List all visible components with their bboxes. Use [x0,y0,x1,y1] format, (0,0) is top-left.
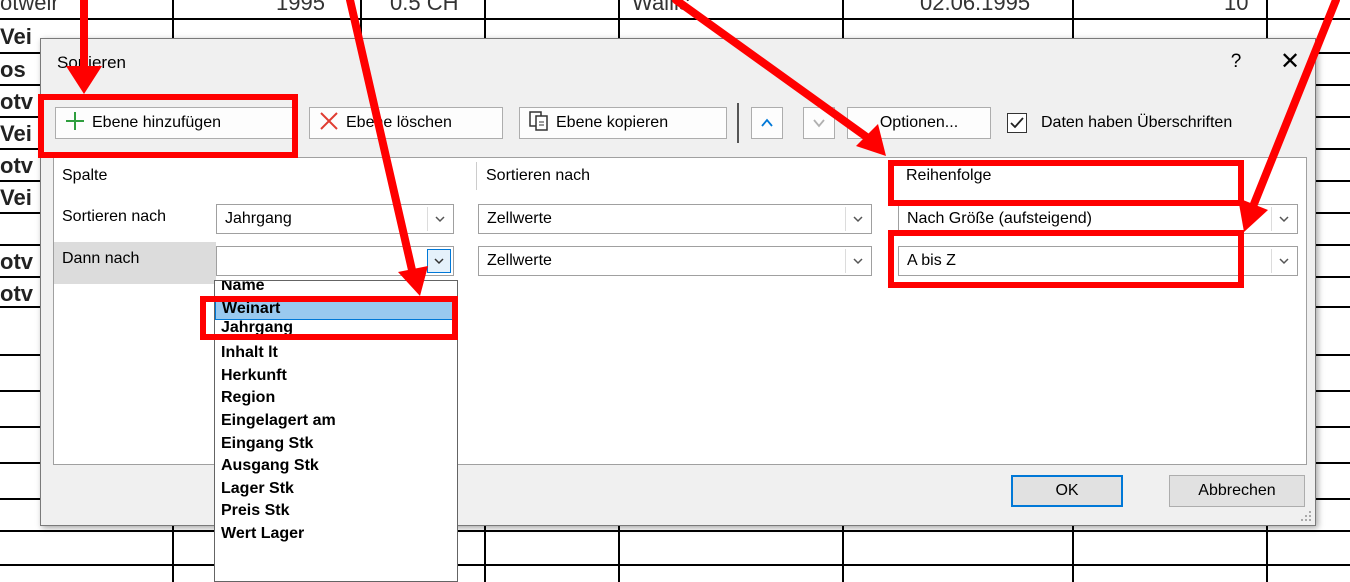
cell-text: 10 [1224,0,1249,15]
dropdown-option[interactable]: Ausgang Stk [215,455,457,478]
delete-x-icon [318,110,340,136]
chevron-down-icon[interactable] [845,249,869,273]
cell-text: Wallis [632,0,690,15]
cell-text: otv [0,89,33,114]
cell-text: otv [0,249,33,274]
dropdown-option[interactable]: Eingang Stk [215,433,457,456]
has-headers-checkbox[interactable]: Daten haben Überschriften [1007,113,1232,133]
delete-level-label: Ebene löschen [346,114,452,131]
resize-grip-icon[interactable] [1299,509,1313,523]
dropdown-option[interactable]: Lager Stk [215,478,457,501]
annotation-box [888,160,1244,206]
column-header: Spalte [62,167,108,184]
annotation-box [200,296,458,340]
column-select-1[interactable]: Jahrgang [216,204,454,234]
chevron-down-icon[interactable] [427,249,451,273]
sort-on-select-1[interactable]: Zellwerte [478,204,872,234]
cell-text: 02.06.1995 [920,0,1031,15]
options-label: Optionen... [879,114,959,131]
ok-button[interactable]: OK [1011,475,1123,507]
dropdown-option[interactable]: Region [215,387,457,410]
copy-level-button[interactable]: Ebene kopieren [519,107,727,139]
cell-text: otweir [0,0,59,15]
dropdown-option[interactable]: Name [215,281,457,297]
cell-text: Vei [0,121,32,146]
column-select-2[interactable] [216,246,454,276]
help-button[interactable]: ? [1221,49,1251,75]
cell-text: 0.5 CH [390,0,459,15]
chevron-down-icon[interactable] [1271,249,1295,273]
dialog-title: Sortieren [57,53,126,72]
grid-line [0,530,1350,532]
move-down-button[interactable] [803,107,835,139]
chevron-down-icon[interactable] [1271,207,1295,231]
chevron-down-icon [813,119,825,128]
dropdown-option[interactable]: Inhalt lt [215,342,457,365]
row-label: Dann nach [62,250,140,267]
dropdown-option[interactable]: Preis Stk [215,500,457,523]
copy-level-label: Ebene kopieren [556,114,669,131]
dropdown-option[interactable]: Herkunft [215,365,457,388]
sort-on-select-2[interactable]: Zellwerte [478,246,872,276]
close-button[interactable]: ✕ [1273,47,1307,77]
grid-line [0,18,1350,20]
has-headers-label: Daten haben Überschriften [1041,114,1233,131]
header-divider [476,162,477,190]
annotation-box [888,230,1244,288]
options-button[interactable]: Optionen... [847,107,991,139]
grid-line [0,564,1350,566]
dropdown-option[interactable]: Eingelagert am [215,410,457,433]
sort-on-value: Zellwerte [487,252,552,269]
row-label: Sortieren nach [62,208,167,225]
column-select-value: Jahrgang [225,210,292,227]
cell-text: Vei [0,24,32,49]
chevron-down-icon[interactable] [427,207,451,231]
cell-text: otv [0,153,33,178]
checkmark-icon [1007,113,1027,133]
cell-text: Vei [0,185,32,210]
cell-text: os [0,57,26,82]
order-value: Nach Größe (aufsteigend) [907,210,1092,227]
move-up-button[interactable] [751,107,783,139]
annotation-box [38,94,298,158]
delete-level-button[interactable]: Ebene löschen [309,107,503,139]
cell-text: 1995 [276,0,325,15]
cell-text: otv [0,281,33,306]
chevron-up-icon [761,118,773,127]
cancel-button[interactable]: Abbrechen [1169,475,1305,507]
sort-on-value: Zellwerte [487,210,552,227]
chevron-down-icon[interactable] [845,207,869,231]
dropdown-option[interactable]: Wert Lager [215,523,457,546]
toolbar-separator [737,103,739,143]
sort-on-header: Sortieren nach [486,167,591,184]
copy-icon [528,110,550,136]
